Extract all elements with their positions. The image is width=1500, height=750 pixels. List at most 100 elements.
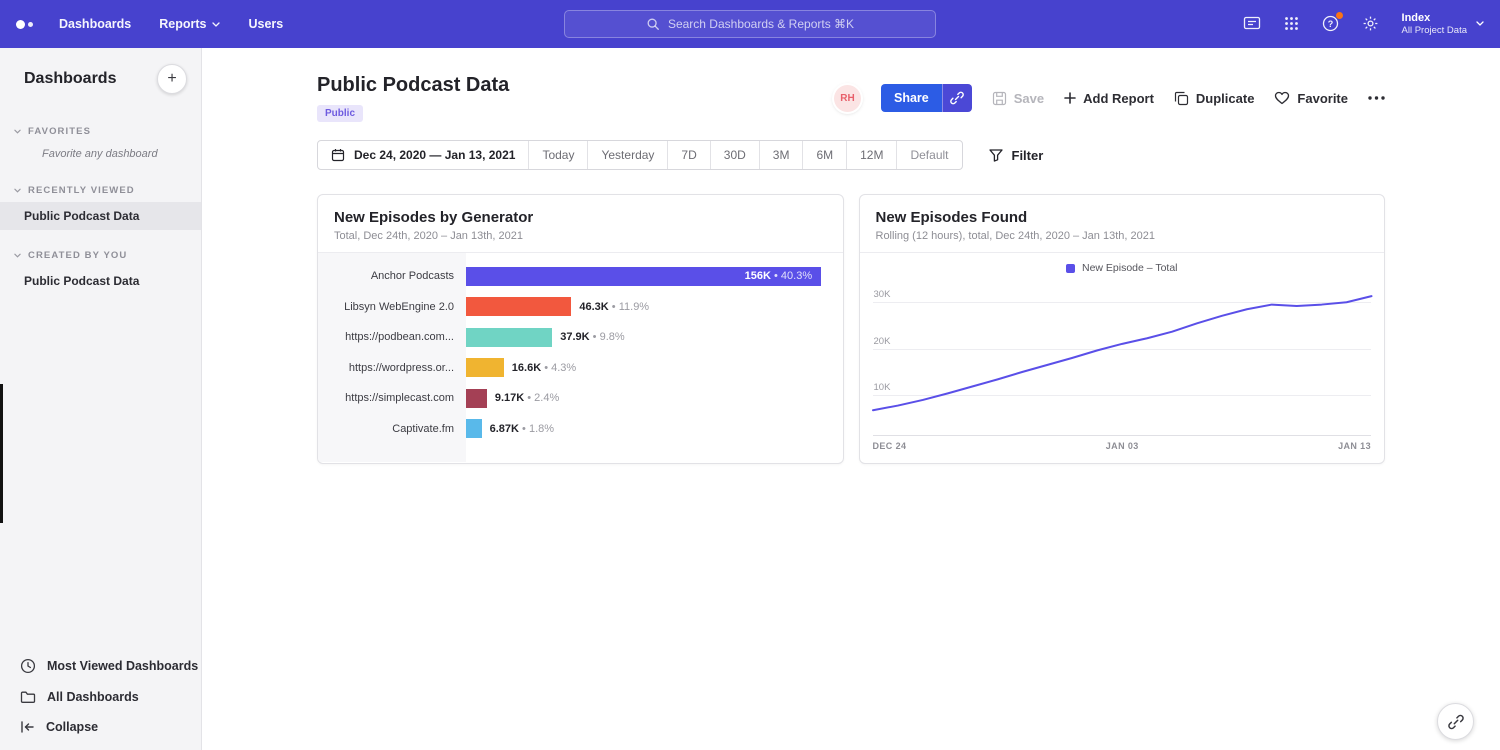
bar-segment[interactable] [466,389,487,408]
preset-default[interactable]: Default [896,141,961,169]
share-button[interactable]: Share [881,84,942,112]
chevron-down-icon [1476,21,1484,26]
x-axis-tick: JAN 03 [1106,441,1139,451]
preset-yesterday[interactable]: Yesterday [587,141,667,169]
bar-value-label: 156K • 40.3% [745,270,812,282]
bar-category-label: Anchor Podcasts [318,261,466,292]
bar-row: Anchor Podcasts 156K • 40.3% [318,261,843,292]
section-label: CREATED BY YOU [28,250,127,261]
preset-6m[interactable]: 6M [802,141,846,169]
filter-button[interactable]: Filter [989,148,1044,163]
card-new-episodes-by-generator: New Episodes by Generator Total, Dec 24t… [317,194,844,464]
share-split-button: Share [881,84,972,112]
link-icon [1448,714,1464,730]
legend-swatch [1066,264,1075,273]
plus-icon [1064,92,1076,104]
copy-icon [1174,91,1189,106]
card-subtitle: Rolling (12 hours), total, Dec 24th, 202… [876,230,1369,242]
most-viewed-dashboards-button[interactable]: Most Viewed Dashboards [0,650,201,682]
collapse-icon [20,721,35,733]
bar-row: https://wordpress.or... 16.6K • 4.3% [318,353,843,384]
bar-row: https://simplecast.com9.17K • 2.4% [318,383,843,414]
clock-icon [20,658,36,674]
sidebar-item-public-podcast-data[interactable]: Public Podcast Data [0,202,201,230]
add-report-button[interactable]: Add Report [1064,91,1154,106]
x-axis-tick: JAN 13 [1338,441,1371,451]
more-options-button[interactable] [1368,96,1385,100]
bar-chart-rows: Anchor Podcasts 156K • 40.3% Libsyn WebEng… [318,253,843,462]
logo-dot [28,22,33,27]
duplicate-button[interactable]: Duplicate [1174,91,1255,106]
primary-nav: Dashboards Reports Users [59,17,283,31]
preset-3m[interactable]: 3M [759,141,803,169]
card-new-episodes-found: New Episodes Found Rolling (12 hours), t… [859,194,1386,464]
chevron-down-icon [14,253,21,258]
filter-funnel-icon [989,149,1003,162]
date-range-control: Dec 24, 2020 — Jan 13, 2021 Today Yester… [317,140,963,170]
main-content: Public Podcast Data Public RH Share Save [202,48,1500,750]
card-title: New Episodes Found [876,209,1369,226]
section-favorites-header[interactable]: FAVORITES [0,122,201,143]
project-switcher[interactable]: Index All Project Data [1402,11,1484,38]
ellipsis-icon [1368,96,1385,100]
x-axis-labels: DEC 24 JAN 03 JAN 13 [873,441,1372,451]
x-axis-tick: DEC 24 [873,441,907,451]
bar-value-label: 6.87K • 1.8% [490,423,554,435]
app-logo[interactable] [16,20,33,29]
bar-category-label: https://wordpress.or... [318,353,466,384]
top-navbar: Dashboards Reports Users Search Dashboar… [0,0,1500,48]
line-chart-plot: 30K20K10K [873,284,1372,436]
section-favorites: FAVORITES Favorite any dashboard [0,122,201,165]
all-dashboards-button[interactable]: All Dashboards [0,682,201,712]
bar-value-label: 16.6K • 4.3% [512,362,576,374]
chevron-down-icon [14,188,21,193]
folder-icon [20,690,36,704]
bar-segment[interactable]: 156K • 40.3% [466,267,821,286]
save-button[interactable]: Save [992,91,1044,106]
bar-category-label: https://simplecast.com [318,383,466,414]
section-recently-viewed-header[interactable]: RECENTLY VIEWED [0,181,201,202]
share-link-button[interactable] [942,84,972,112]
preset-7d[interactable]: 7D [667,141,709,169]
sidebar-item-public-podcast-data-created[interactable]: Public Podcast Data [0,267,201,295]
favorite-label: Favorite [1297,91,1348,106]
nav-dashboards[interactable]: Dashboards [59,17,131,31]
apps-grid-icon[interactable] [1284,16,1299,31]
nav-actions: ? Index All Project Data [1243,11,1484,38]
bar-segment[interactable] [466,297,571,316]
nav-reports[interactable]: Reports [159,17,220,31]
date-range-picker[interactable]: Dec 24, 2020 — Jan 13, 2021 [318,141,528,169]
new-dashboard-button[interactable]: + [157,64,187,94]
search-input[interactable]: Search Dashboards & Reports ⌘K [564,10,936,38]
message-icon[interactable] [1243,15,1261,32]
chart-legend: New Episode – Total [860,253,1385,276]
dashboard-title-block: Public Podcast Data Public [317,74,509,122]
bar-segment[interactable] [466,419,482,438]
chevron-down-icon [14,129,21,134]
preset-12m[interactable]: 12M [846,141,896,169]
settings-gear-icon[interactable] [1362,15,1379,32]
filter-label: Filter [1012,148,1044,163]
section-created-by-you-header[interactable]: CREATED BY YOU [0,246,201,267]
date-range-label: Dec 24, 2020 — Jan 13, 2021 [354,148,515,162]
calendar-icon [331,148,345,162]
bar-segment[interactable] [466,358,504,377]
link-fab-button[interactable] [1437,703,1474,740]
duplicate-label: Duplicate [1196,91,1255,106]
public-badge: Public [317,105,363,122]
search-icon [646,17,660,31]
bar-row: Libsyn WebEngine 2.046.3K • 11.9% [318,292,843,323]
line-series [873,284,1372,435]
collapse-sidebar-button[interactable]: Collapse [0,712,201,742]
bar-value-label: 46.3K • 11.9% [579,301,649,313]
nav-users[interactable]: Users [248,17,283,31]
link-icon [950,91,964,105]
help-icon[interactable]: ? [1322,15,1339,32]
page-title: Public Podcast Data [317,74,509,97]
preset-today[interactable]: Today [528,141,587,169]
avatar[interactable]: RH [834,85,861,112]
section-recently-viewed: RECENTLY VIEWED Public Podcast Data [0,181,201,230]
favorite-button[interactable]: Favorite [1274,91,1348,106]
preset-30d[interactable]: 30D [710,141,759,169]
bar-segment[interactable] [466,328,552,347]
